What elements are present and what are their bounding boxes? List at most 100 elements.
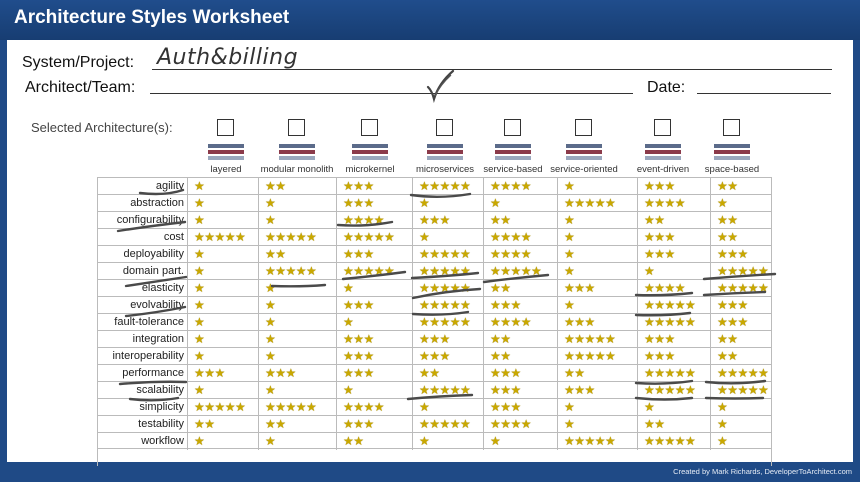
criterion-label: elasticity bbox=[141, 282, 184, 294]
star-rating-cell: ★★★ bbox=[336, 365, 413, 382]
architect-team-field[interactable] bbox=[150, 93, 633, 94]
star-rating-cell: ★★★ bbox=[637, 348, 711, 365]
star-rating-cell: ★ bbox=[557, 246, 638, 263]
star-rating-cell: ★★ bbox=[258, 416, 337, 433]
star-rating-cell: ★ bbox=[187, 263, 259, 280]
table-row: agility ★ ★★ ★★★ ★★★★★ ★★★★ ★ ★★★ ★★ bbox=[97, 177, 772, 195]
architecture-checkbox[interactable] bbox=[361, 119, 378, 136]
worksheet-title: Architecture Styles Worksheet bbox=[14, 7, 290, 28]
table-row: performance ★★★ ★★★ ★★★ ★★ ★★★ ★★ ★★★★★ ★★★★★ bbox=[97, 364, 772, 382]
star-rating-cell: ★★★ bbox=[336, 348, 413, 365]
star-rating-cell: ★★★ bbox=[336, 178, 413, 195]
star-rating-cell: ★★★★★ bbox=[187, 399, 259, 416]
star-rating-cell: ★★★★★ bbox=[336, 229, 413, 246]
star-rating-cell: ★★★ bbox=[336, 331, 413, 348]
star-rating-cell: ★★★★ bbox=[637, 280, 711, 297]
architecture-name: space-based bbox=[704, 164, 760, 175]
star-rating-cell: ★ bbox=[187, 314, 259, 331]
architecture-checkbox[interactable] bbox=[288, 119, 305, 136]
architecture-diagram-icon bbox=[208, 144, 244, 160]
table-row: deployability ★ ★★ ★★★ ★★★★★ ★★★★ ★ ★★★ ★★★ bbox=[97, 245, 772, 263]
architect-team-label: Architect/Team: bbox=[25, 79, 136, 96]
star-rating-cell: ★ bbox=[557, 416, 638, 433]
table-row: simplicity ★★★★★ ★★★★★ ★★★★ ★ ★★★ ★ ★ ★ bbox=[97, 398, 772, 416]
table-row: integration ★ ★ ★★★ ★★★ ★★ ★★★★★ ★★★ ★★ bbox=[97, 330, 772, 348]
star-rating-cell: ★★ bbox=[637, 416, 711, 433]
star-rating-cell: ★★★ bbox=[557, 314, 638, 331]
star-rating-cell: ★ bbox=[258, 348, 337, 365]
criterion-label: abstraction bbox=[130, 197, 184, 209]
criterion-label: agility bbox=[155, 180, 184, 192]
star-rating-cell: ★ bbox=[258, 331, 337, 348]
star-rating-cell: ★★★ bbox=[557, 382, 638, 399]
date-field[interactable] bbox=[697, 93, 831, 94]
star-rating-cell: ★★★ bbox=[710, 246, 766, 263]
star-rating-cell: ★★★★★ bbox=[637, 382, 711, 399]
star-rating-cell: ★★★ bbox=[483, 399, 558, 416]
architecture-diagram-icon bbox=[279, 144, 315, 160]
star-rating-cell: ★★ bbox=[258, 178, 337, 195]
star-rating-cell: ★★★ bbox=[187, 365, 259, 382]
architecture-checkbox[interactable] bbox=[436, 119, 453, 136]
star-rating-cell: ★★★ bbox=[336, 246, 413, 263]
star-rating-cell: ★★ bbox=[483, 280, 558, 297]
star-rating-cell: ★★★★★ bbox=[637, 297, 711, 314]
date-label: Date: bbox=[647, 79, 686, 96]
star-rating-cell: ★ bbox=[557, 263, 638, 280]
star-rating-cell: ★ bbox=[258, 314, 337, 331]
system-project-label: System/Project: bbox=[22, 54, 135, 71]
star-rating-cell: ★★★★★ bbox=[710, 382, 769, 399]
star-rating-cell: ★ bbox=[412, 229, 484, 246]
star-rating-cell: ★ bbox=[483, 433, 558, 450]
star-rating-cell: ★ bbox=[557, 178, 638, 195]
star-rating-cell: ★★★★ bbox=[483, 416, 558, 433]
criterion-label: simplicity bbox=[139, 401, 184, 413]
architecture-diagram-icon bbox=[645, 144, 681, 160]
star-rating-cell: ★★ bbox=[710, 331, 766, 348]
star-rating-cell: ★ bbox=[336, 314, 413, 331]
star-rating-cell: ★ bbox=[710, 433, 766, 450]
criterion-label: workflow bbox=[141, 435, 184, 447]
star-rating-cell: ★★ bbox=[710, 178, 766, 195]
table-row: domain part. ★ ★★★★★ ★★★★★ ★★★★★ ★★★★★ ★ ★ ★★★★★ bbox=[97, 262, 772, 280]
star-rating-cell: ★ bbox=[187, 246, 259, 263]
criterion-label: fault-tolerance bbox=[114, 316, 184, 328]
architecture-checkbox[interactable] bbox=[723, 119, 740, 136]
star-rating-cell: ★★★ bbox=[412, 348, 484, 365]
criterion-label: scalability bbox=[136, 384, 184, 396]
star-rating-cell: ★★★ bbox=[557, 280, 638, 297]
star-rating-cell: ★★★★★ bbox=[710, 365, 769, 382]
star-rating-cell: ★★★ bbox=[483, 297, 558, 314]
star-rating-cell: ★ bbox=[557, 297, 638, 314]
architecture-diagram-icon bbox=[495, 144, 531, 160]
architecture-checkbox[interactable] bbox=[575, 119, 592, 136]
architecture-checkbox[interactable] bbox=[654, 119, 671, 136]
table-row: cost ★★★★★ ★★★★★ ★★★★★ ★ ★★★★ ★ ★★★ ★★ bbox=[97, 228, 772, 246]
star-rating-cell: ★ bbox=[187, 195, 259, 212]
criterion-label: evolvability bbox=[130, 299, 184, 311]
star-rating-cell: ★★★★★ bbox=[412, 246, 484, 263]
star-rating-cell: ★ bbox=[483, 195, 558, 212]
star-rating-cell: ★★★★★ bbox=[412, 263, 484, 280]
star-rating-cell: ★★★★★ bbox=[557, 433, 638, 450]
star-rating-cell: ★★★ bbox=[637, 178, 711, 195]
architecture-checkbox[interactable] bbox=[504, 119, 521, 136]
star-rating-cell: ★ bbox=[187, 433, 259, 450]
star-rating-cell: ★★★★★ bbox=[412, 297, 484, 314]
star-rating-cell: ★★★★★ bbox=[258, 263, 337, 280]
architecture-checkbox[interactable] bbox=[217, 119, 234, 136]
star-rating-cell: ★ bbox=[258, 297, 337, 314]
star-rating-cell: ★★ bbox=[336, 433, 413, 450]
credit-text: Created by Mark Richards, DeveloperToArc… bbox=[673, 467, 852, 476]
system-project-value[interactable]: Auth&billing bbox=[157, 45, 298, 70]
star-rating-cell: ★ bbox=[258, 433, 337, 450]
star-rating-cell: ★★ bbox=[710, 229, 766, 246]
table-row: interoperability ★ ★ ★★★ ★★★ ★★ ★★★★★ ★★★ ★★ bbox=[97, 347, 772, 365]
star-rating-cell: ★ bbox=[187, 212, 259, 229]
star-rating-cell: ★★★★★ bbox=[258, 399, 337, 416]
star-rating-cell: ★★★ bbox=[258, 365, 337, 382]
star-rating-cell: ★★ bbox=[483, 331, 558, 348]
star-rating-cell: ★★★ bbox=[637, 229, 711, 246]
star-rating-cell: ★★★★★ bbox=[412, 382, 484, 399]
architecture-column-space-based: space-based bbox=[694, 119, 770, 177]
